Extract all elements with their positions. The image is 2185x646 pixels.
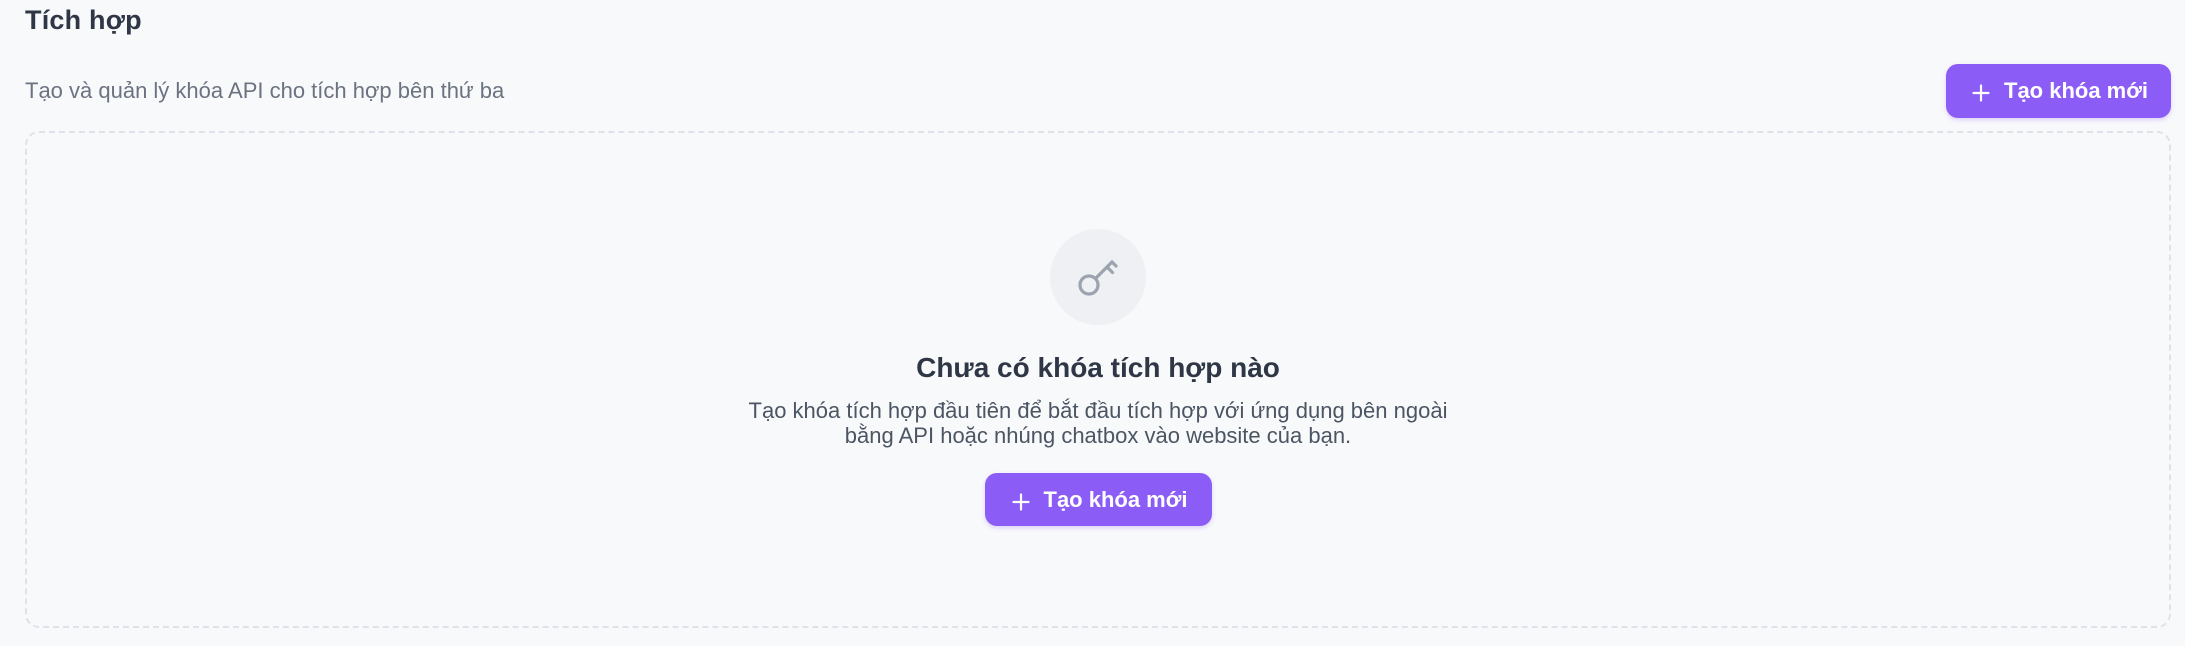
- empty-state-card: Chưa có khóa tích hợp nào Tạo khóa tích …: [25, 131, 2171, 628]
- empty-state-create-key-button[interactable]: Tạo khóa mới: [984, 473, 1212, 526]
- plus-icon: [1972, 82, 1990, 102]
- key-icon: [1074, 253, 1122, 301]
- page-title: Tích hợp: [25, 5, 142, 35]
- page-subtitle: Tạo và quản lý khóa API cho tích hợp bên…: [25, 77, 505, 103]
- create-key-button-label: Tạo khóa mới: [2004, 77, 2148, 103]
- integrations-page: Tích hợp Tạo và quản lý khóa API cho tíc…: [0, 0, 2185, 646]
- page-header-row: Tạo và quản lý khóa API cho tích hợp bên…: [25, 63, 2171, 118]
- plus-icon: [1011, 491, 1030, 511]
- empty-state-create-key-button-label: Tạo khóa mới: [1043, 486, 1188, 512]
- empty-state-description: Tạo khóa tích hợp đầu tiên để bắt đầu tí…: [748, 398, 1448, 448]
- create-key-button[interactable]: Tạo khóa mới: [1946, 63, 2171, 118]
- empty-state-icon-circle: [1050, 229, 1146, 325]
- empty-state: Chưa có khóa tích hợp nào Tạo khóa tích …: [27, 229, 2169, 526]
- empty-state-title: Chưa có khóa tích hợp nào: [916, 352, 1280, 383]
